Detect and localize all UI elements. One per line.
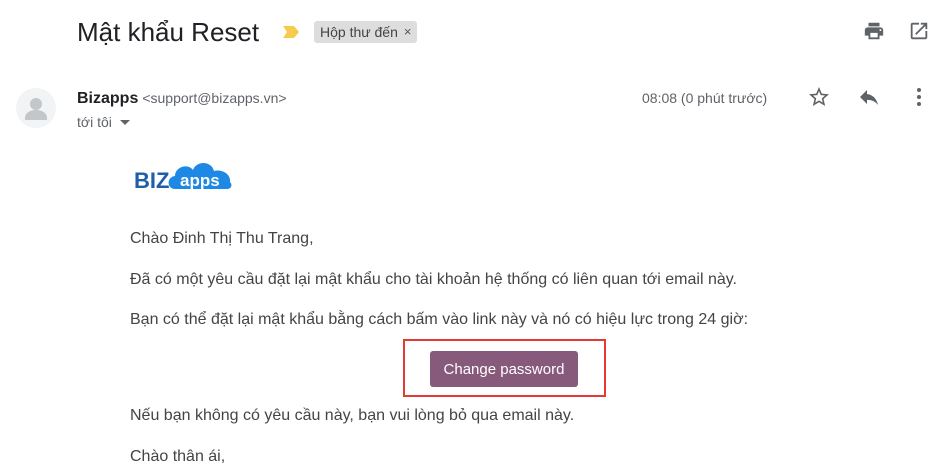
open-in-new-window-icon[interactable] <box>907 19 931 43</box>
chevron-down-icon[interactable] <box>119 119 130 125</box>
body-line-3: Nếu bạn không có yêu cầu này, bạn vui lò… <box>130 407 575 424</box>
sender-email: <support@bizapps.vn> <box>142 90 287 106</box>
sender-avatar <box>16 88 56 128</box>
sender-name[interactable]: Bizapps <box>77 90 138 107</box>
body-line-1: Đã có một yêu cầu đặt lại mật khẩu cho t… <box>130 271 737 288</box>
inbox-label-text: Hộp thư đến <box>320 24 398 40</box>
star-icon[interactable] <box>807 85 831 109</box>
importance-marker-icon[interactable] <box>281 24 301 40</box>
inbox-label-chip: Hộp thư đến × <box>314 21 418 43</box>
print-icon[interactable] <box>862 19 886 43</box>
person-icon <box>25 98 47 120</box>
logo-text-biz: BIZ <box>134 168 169 193</box>
reply-icon[interactable] <box>857 85 881 109</box>
bizapps-logo: BIZ apps <box>134 163 232 193</box>
recipient-text: tới tôi <box>77 114 112 130</box>
closing-text: Chào thân ái, <box>130 448 226 465</box>
email-timestamp: 08:08 (0 phút trước) <box>642 90 768 106</box>
more-vertical-icon[interactable] <box>907 85 931 109</box>
greeting-text: Chào Đinh Thị Thu Trang, <box>130 230 314 247</box>
body-line-2: Bạn có thể đặt lại mật khẩu bằng cách bấ… <box>130 311 749 328</box>
change-password-button[interactable]: Change password <box>430 351 578 387</box>
sender-line: Bizapps <support@bizapps.vn> <box>77 88 287 109</box>
recipient-line[interactable]: tới tôi <box>77 113 130 131</box>
remove-label-button[interactable]: × <box>404 21 412 43</box>
logo-text-apps: apps <box>180 171 220 190</box>
email-subject: Mật khẩu Reset <box>77 17 260 47</box>
